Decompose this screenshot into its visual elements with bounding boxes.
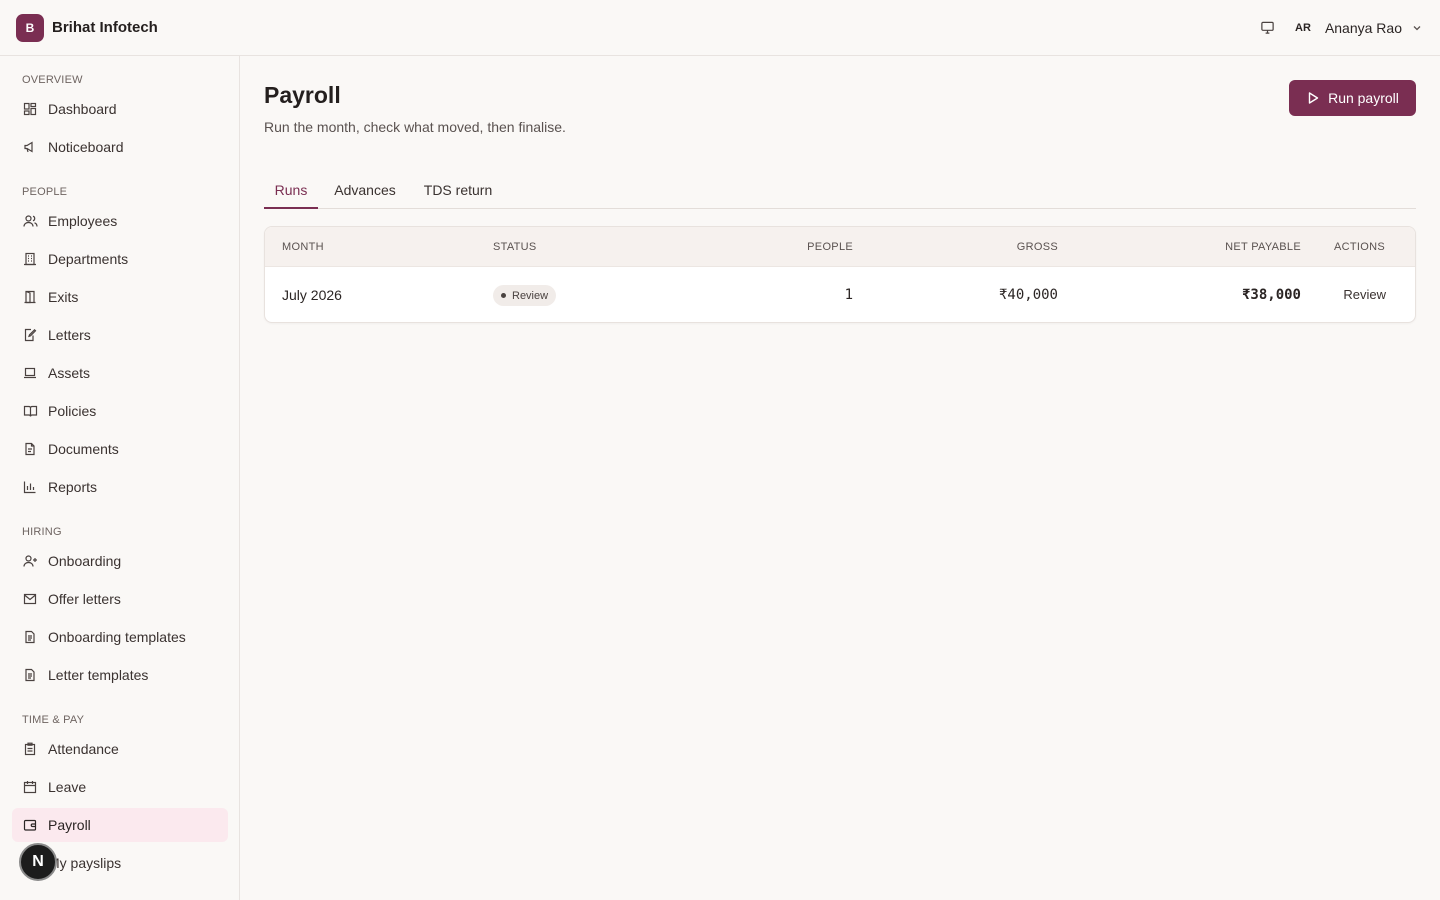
status-badge: Review <box>493 285 557 306</box>
page-subtitle: Run the month, check what moved, then fi… <box>264 119 566 135</box>
sidebar-item-dashboard[interactable]: Dashboard <box>12 92 228 126</box>
sidebar-item-label: My payslips <box>48 855 122 871</box>
book-icon <box>22 403 38 419</box>
floating-assistant-button[interactable]: N <box>19 843 57 881</box>
edit-document-icon <box>22 327 38 343</box>
sidebar-item-exits[interactable]: Exits <box>12 280 228 314</box>
sidebar-item-departments[interactable]: Departments <box>12 242 228 276</box>
run-payroll-button[interactable]: Run payroll <box>1289 80 1416 116</box>
payroll-runs-table: MONTH STATUS PEOPLE GROSS NET PAYABLE AC… <box>264 226 1416 323</box>
sidebar-item-label: Documents <box>48 441 119 457</box>
file-text-icon <box>22 667 38 683</box>
column-header-month: MONTH <box>282 241 324 253</box>
column-header-people: PEOPLE <box>807 241 853 253</box>
sidebar-item-label: Dashboard <box>48 101 117 117</box>
tab-advances[interactable]: Advances <box>330 172 400 208</box>
building-icon <box>22 251 38 267</box>
cell-gross: ₹40,000 <box>998 287 1058 303</box>
document-icon <box>22 441 38 457</box>
sidebar-item-employees[interactable]: Employees <box>12 204 228 238</box>
bar-chart-icon <box>22 479 38 495</box>
dashboard-icon <box>22 101 38 117</box>
door-exit-icon <box>22 289 38 305</box>
sidebar-item-label: Employees <box>48 213 118 229</box>
user-plus-icon <box>22 553 38 569</box>
brand-name: Brihat Infotech <box>52 19 158 36</box>
megaphone-icon <box>22 139 38 155</box>
page-title: Payroll <box>264 82 341 108</box>
sidebar-item-label: Letter templates <box>48 667 149 683</box>
sidebar-item-offer-letters[interactable]: Offer letters <box>12 582 228 616</box>
sidebar-item-label: Onboarding templates <box>48 629 186 645</box>
sidebar-item-documents[interactable]: Documents <box>12 432 228 466</box>
sidebar-item-label: Departments <box>48 251 129 267</box>
sidebar-item-label: Onboarding <box>48 553 122 569</box>
monitor-icon[interactable] <box>1255 16 1279 40</box>
sidebar: OVERVIEW Dashboard Noticeboard PEOPLE Em… <box>0 56 240 900</box>
file-text-icon <box>22 629 38 645</box>
sidebar-item-label: Letters <box>48 327 91 343</box>
cell-net-payable: ₹38,000 <box>1241 287 1301 303</box>
brand[interactable]: B Brihat Infotech <box>16 13 158 42</box>
users-icon <box>22 213 38 229</box>
sidebar-item-onboarding-templates[interactable]: Onboarding templates <box>12 620 228 654</box>
laptop-icon <box>22 365 38 381</box>
play-icon <box>1306 91 1320 105</box>
sidebar-item-policies[interactable]: Policies <box>12 394 228 428</box>
sidebar-item-label: Exits <box>48 289 79 305</box>
column-header-net-payable: NET PAYABLE <box>1225 241 1301 253</box>
sidebar-item-label: Attendance <box>48 741 119 757</box>
table-header: MONTH STATUS PEOPLE GROSS NET PAYABLE AC… <box>265 227 1415 267</box>
status-dot-icon <box>501 293 506 298</box>
cell-people: 1 <box>844 287 853 303</box>
clipboard-icon <box>22 741 38 757</box>
chevron-down-icon[interactable] <box>1410 21 1424 35</box>
sidebar-item-assets[interactable]: Assets <box>12 356 228 390</box>
sidebar-item-label: Assets <box>48 365 91 381</box>
calendar-icon <box>22 779 38 795</box>
section-label-people: PEOPLE <box>22 186 68 198</box>
mail-icon <box>22 591 38 607</box>
wallet-icon <box>22 817 38 833</box>
sidebar-item-attendance[interactable]: Attendance <box>12 732 228 766</box>
sidebar-item-letter-templates[interactable]: Letter templates <box>12 658 228 692</box>
user-name[interactable]: Ananya Rao <box>1325 20 1402 36</box>
user-avatar-initials[interactable]: AR <box>1295 22 1311 34</box>
column-header-status: STATUS <box>493 241 537 253</box>
sidebar-item-label: Noticeboard <box>48 139 124 155</box>
column-header-gross: GROSS <box>1016 241 1058 253</box>
column-header-actions: ACTIONS <box>1334 241 1385 253</box>
run-payroll-label: Run payroll <box>1328 90 1399 106</box>
sidebar-item-label: Leave <box>48 779 87 795</box>
section-label-overview: OVERVIEW <box>22 74 83 86</box>
top-bar: B Brihat Infotech AR Ananya Rao <box>0 0 1440 56</box>
sidebar-item-label: Payroll <box>48 817 91 833</box>
sidebar-item-letters[interactable]: Letters <box>12 318 228 352</box>
table-row[interactable]: July 2026 Review 1 ₹40,000 ₹38,000 Revie… <box>265 267 1415 322</box>
tab-runs[interactable]: Runs <box>264 172 318 209</box>
tab-tds-return[interactable]: TDS return <box>421 172 495 208</box>
sidebar-item-label: Offer letters <box>48 591 121 607</box>
status-label: Review <box>512 289 549 302</box>
tab-bar: Runs Advances TDS return <box>264 172 1416 209</box>
sidebar-item-label: Policies <box>48 403 97 419</box>
section-label-time-pay: TIME & PAY <box>22 714 85 726</box>
sidebar-item-label: Reports <box>48 479 98 495</box>
cell-month: July 2026 <box>282 287 342 303</box>
sidebar-item-noticeboard[interactable]: Noticeboard <box>12 130 228 164</box>
sidebar-item-payroll[interactable]: Payroll <box>12 808 228 842</box>
sidebar-item-onboarding[interactable]: Onboarding <box>12 544 228 578</box>
section-label-hiring: HIRING <box>22 526 62 538</box>
sidebar-item-reports[interactable]: Reports <box>12 470 228 504</box>
brand-logo: B <box>16 13 44 42</box>
review-action-button[interactable]: Review <box>1343 267 1386 322</box>
sidebar-item-leave[interactable]: Leave <box>12 770 228 804</box>
